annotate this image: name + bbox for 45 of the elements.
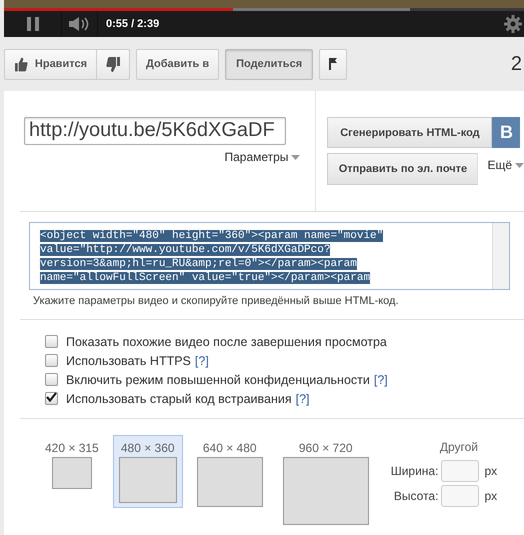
- speaker-icon: [68, 17, 90, 31]
- caret-icon: [515, 163, 524, 168]
- help-link[interactable]: [?]: [194, 354, 209, 368]
- embed-code-field[interactable]: <object width="480" height="360"><param name="movie" value="http://www.youtube.com/v/5K6dXGaDPco? version=3&amp;hl=ru_RU&amp;rel=0"></param><param name="allowFullScreen" value="true"></param><param: [29, 222, 510, 290]
- help-link[interactable]: [?]: [374, 372, 388, 386]
- option-label: Включить режим повышенной конфиденциальности: [66, 372, 370, 386]
- option-label: Использовать старый код встраивания: [66, 392, 292, 406]
- size-option[interactable]: 420 × 315: [39, 435, 105, 494]
- vk-share-button[interactable]: B: [492, 117, 520, 148]
- flag-icon: [329, 58, 338, 70]
- checkbox[interactable]: [45, 392, 58, 405]
- more-dropdown[interactable]: Ещё: [487, 158, 524, 185]
- custom-size-title: Другой: [440, 440, 478, 454]
- caret-icon: [291, 154, 300, 160]
- height-label: Высота:: [394, 489, 438, 503]
- size-option[interactable]: 480 × 360: [112, 435, 183, 508]
- generate-html-button[interactable]: Сгенерировать HTML-код: [327, 117, 492, 148]
- add-to-button[interactable]: Добавить в: [136, 48, 220, 80]
- option-label: Показать похожие видео после завершения просмотра: [66, 334, 387, 348]
- share-tab[interactable]: Поделиться: [225, 48, 314, 80]
- unit-label: px: [484, 464, 498, 478]
- view-count: 2: [510, 52, 522, 76]
- scrollbar[interactable]: [492, 223, 509, 289]
- email-button[interactable]: Отправить по эл. почте: [327, 153, 478, 185]
- width-field[interactable]: [441, 460, 480, 482]
- checkbox[interactable]: [45, 373, 58, 386]
- like-button[interactable]: Нравится: [4, 48, 97, 80]
- height-field[interactable]: [441, 485, 480, 507]
- dislike-button[interactable]: [97, 48, 130, 80]
- help-link[interactable]: [?]: [296, 392, 310, 406]
- report-button[interactable]: [319, 48, 348, 80]
- pause-icon: [26, 17, 38, 31]
- time-display: 0:55 / 2:39: [106, 18, 160, 30]
- settings-icon[interactable]: [504, 15, 522, 33]
- hint-text: Укажите параметры видео и скопируйте приведённый выше HTML-код.: [33, 295, 400, 307]
- width-label: Ширина:: [390, 464, 438, 478]
- unit-label: px: [484, 489, 498, 503]
- checkbox[interactable]: [45, 354, 58, 367]
- option-label: Использовать HTTPS: [66, 354, 191, 368]
- options-dropdown[interactable]: Параметры: [224, 150, 300, 164]
- thumbs-down-icon: [106, 56, 120, 72]
- progress-bar[interactable]: [4, 8, 524, 11]
- checkbox[interactable]: [45, 335, 58, 348]
- thumbs-up-icon: [15, 56, 28, 72]
- url-field[interactable]: http://youtu.be/5K6dXGaDF: [24, 117, 286, 145]
